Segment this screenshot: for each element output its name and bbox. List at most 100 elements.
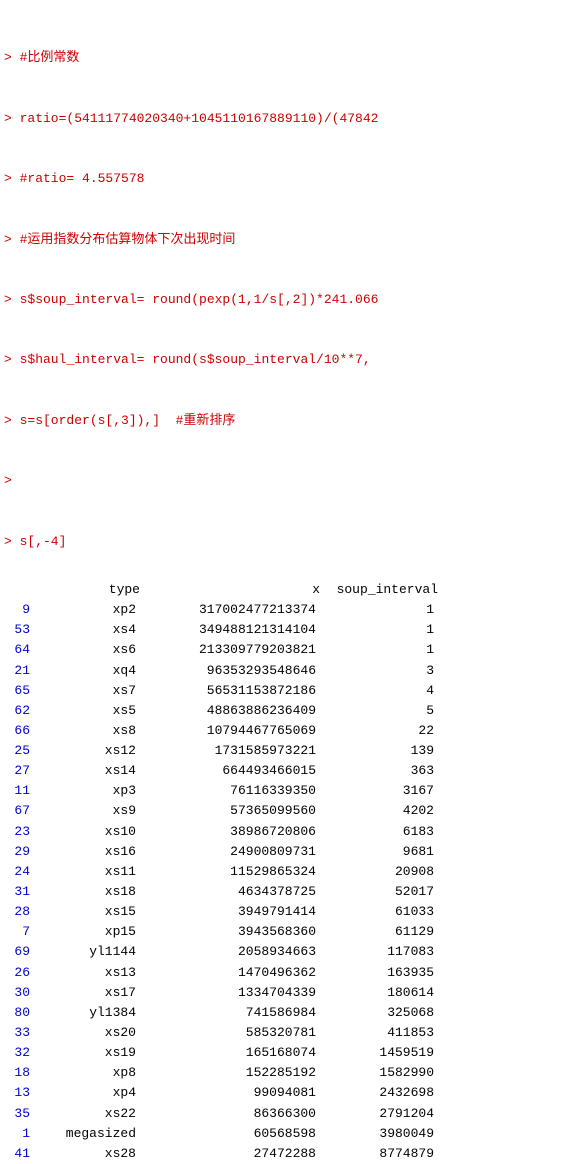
row-type: xs12 [34, 741, 144, 761]
row-number: 80 [4, 1003, 34, 1023]
row-x: 27472288 [144, 1144, 324, 1164]
row-number: 13 [4, 1083, 34, 1103]
row-x: 1731585973221 [144, 741, 324, 761]
row-number: 29 [4, 842, 34, 862]
row-number: 33 [4, 1023, 34, 1043]
row-number: 26 [4, 963, 34, 983]
table-row: 26xs131470496362163935 [4, 963, 576, 983]
row-number: 11 [4, 781, 34, 801]
table-row: 65xs7565311538721864 [4, 681, 576, 701]
col-header-x: x [148, 580, 328, 600]
row-type: xs17 [34, 983, 144, 1003]
col-header-type: type [38, 580, 148, 600]
row-number: 23 [4, 822, 34, 842]
row-soup-interval: 6183 [324, 822, 434, 842]
data-table: type x soup_interval 9xp2317002477213374… [0, 580, 580, 1164]
row-soup-interval: 1 [324, 640, 434, 660]
col-header-soup: soup_interval [328, 580, 438, 600]
row-number: 1 [4, 1124, 34, 1144]
row-soup-interval: 4202 [324, 801, 434, 821]
console-line-5: > s$soup_interval= round(pexp(1,1/s[,2])… [4, 290, 576, 310]
row-type: xs13 [34, 963, 144, 983]
row-type: megasized [34, 1124, 144, 1144]
console-output: > #比例常数 > ratio=(54111774020340+10451101… [0, 0, 580, 580]
row-x: 60568598 [144, 1124, 324, 1144]
row-soup-interval: 139 [324, 741, 434, 761]
row-x: 57365099560 [144, 801, 324, 821]
row-soup-interval: 180614 [324, 983, 434, 1003]
table-row: 32xs191651680741459519 [4, 1043, 576, 1063]
row-x: 152285192 [144, 1063, 324, 1083]
console-line-9: > s[,-4] [4, 532, 576, 552]
row-number: 41 [4, 1144, 34, 1164]
row-soup-interval: 2432698 [324, 1083, 434, 1103]
row-type: yl1384 [34, 1003, 144, 1023]
console-line-1: > #比例常数 [4, 48, 576, 68]
row-type: xs6 [34, 640, 144, 660]
row-type: xq4 [34, 661, 144, 681]
row-x: 56531153872186 [144, 681, 324, 701]
row-soup-interval: 1459519 [324, 1043, 434, 1063]
row-soup-interval: 3167 [324, 781, 434, 801]
table-row: 69yl11442058934663117083 [4, 942, 576, 962]
row-type: xs14 [34, 761, 144, 781]
row-x: 3949791414 [144, 902, 324, 922]
table-row: 23xs10389867208066183 [4, 822, 576, 842]
row-number: 69 [4, 942, 34, 962]
row-number: 31 [4, 882, 34, 902]
row-type: xp8 [34, 1063, 144, 1083]
row-soup-interval: 5 [324, 701, 434, 721]
row-x: 213309779203821 [144, 640, 324, 660]
row-number: 30 [4, 983, 34, 1003]
table-row: 64xs62133097792038211 [4, 640, 576, 660]
row-type: xs20 [34, 1023, 144, 1043]
row-x: 10794467765069 [144, 721, 324, 741]
row-x: 76116339350 [144, 781, 324, 801]
row-type: xs8 [34, 721, 144, 741]
table-row: 29xs16249008097319681 [4, 842, 576, 862]
row-number: 35 [4, 1104, 34, 1124]
row-soup-interval: 52017 [324, 882, 434, 902]
row-type: xs16 [34, 842, 144, 862]
row-soup-interval: 2791204 [324, 1104, 434, 1124]
row-soup-interval: 61129 [324, 922, 434, 942]
console-line-6: > s$haul_interval= round(s$soup_interval… [4, 350, 576, 370]
row-soup-interval: 325068 [324, 1003, 434, 1023]
row-type: xs9 [34, 801, 144, 821]
table-row: 1megasized605685983980049 [4, 1124, 576, 1144]
table-row: 7xp15394356836061129 [4, 922, 576, 942]
table-row: 80yl1384741586984325068 [4, 1003, 576, 1023]
table-row: 28xs15394979141461033 [4, 902, 576, 922]
row-number: 28 [4, 902, 34, 922]
console-line-8: > [4, 471, 576, 491]
table-row: 11xp3761163393503167 [4, 781, 576, 801]
table-row: 25xs121731585973221139 [4, 741, 576, 761]
table-row: 18xp81522851921582990 [4, 1063, 576, 1083]
row-type: xp2 [34, 600, 144, 620]
row-x: 741586984 [144, 1003, 324, 1023]
row-x: 99094081 [144, 1083, 324, 1103]
row-soup-interval: 8774879 [324, 1144, 434, 1164]
row-type: xs4 [34, 620, 144, 640]
row-x: 4634378725 [144, 882, 324, 902]
row-soup-interval: 1582990 [324, 1063, 434, 1083]
console-line-4: > #运用指数分布估算物体下次出现时间 [4, 230, 576, 250]
row-number: 64 [4, 640, 34, 660]
row-type: yl1144 [34, 942, 144, 962]
row-number: 62 [4, 701, 34, 721]
row-number: 65 [4, 681, 34, 701]
row-x: 38986720806 [144, 822, 324, 842]
row-type: xp3 [34, 781, 144, 801]
row-x: 165168074 [144, 1043, 324, 1063]
table-row: 27xs14664493466015363 [4, 761, 576, 781]
row-number: 9 [4, 600, 34, 620]
row-soup-interval: 363 [324, 761, 434, 781]
row-soup-interval: 411853 [324, 1023, 434, 1043]
row-x: 1470496362 [144, 963, 324, 983]
table-body: 9xp2317002477213374153xs4349488121314104… [4, 600, 576, 1164]
row-soup-interval: 3 [324, 661, 434, 681]
row-number: 21 [4, 661, 34, 681]
table-row: 21xq4963532935486463 [4, 661, 576, 681]
table-row: 67xs9573650995604202 [4, 801, 576, 821]
row-type: xs19 [34, 1043, 144, 1063]
